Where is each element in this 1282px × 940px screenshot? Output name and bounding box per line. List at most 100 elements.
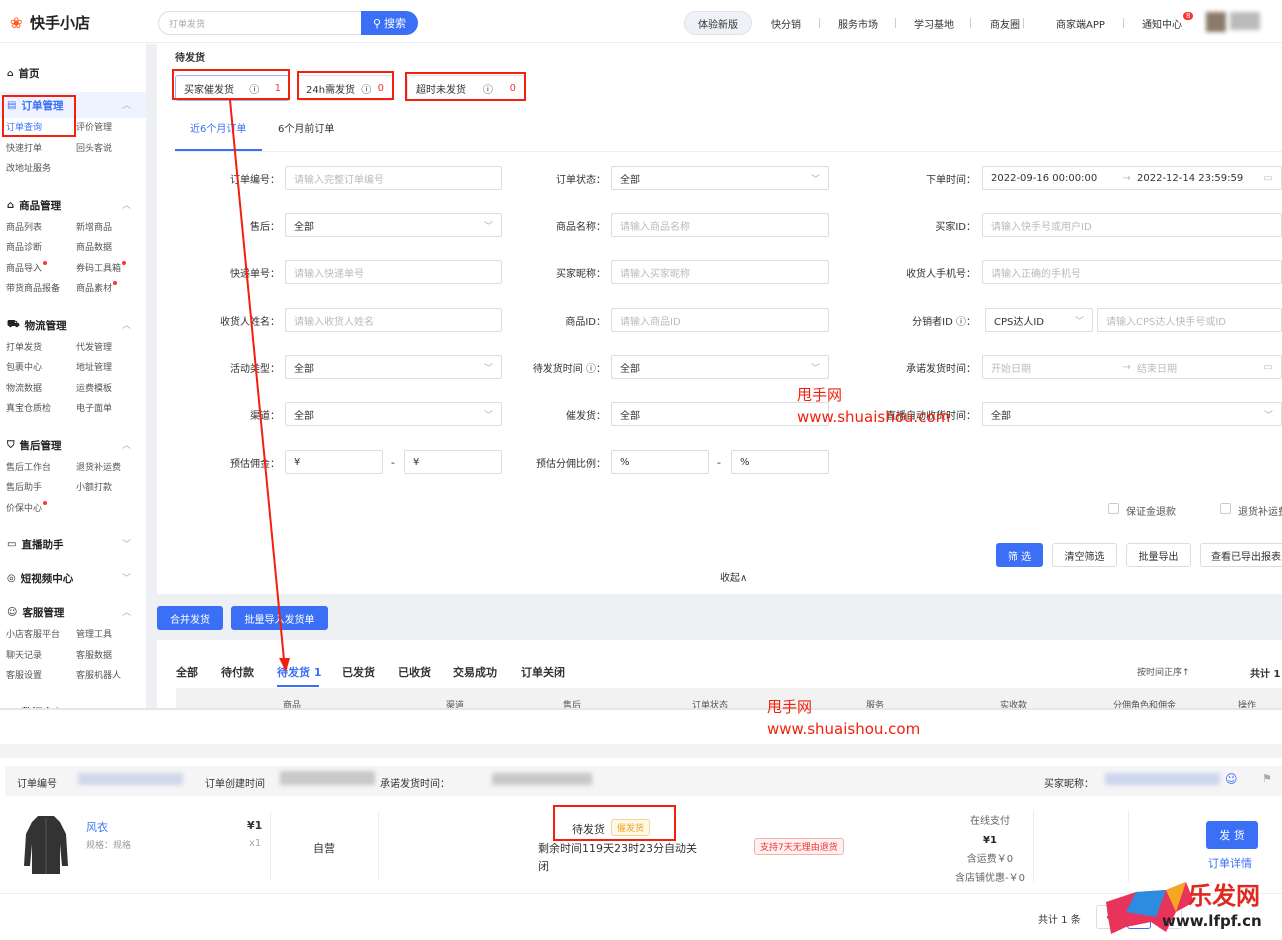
chevron-up-icon[interactable]: ︿: [122, 318, 131, 331]
range-from-input[interactable]: ¥: [285, 450, 383, 474]
sidebar-item[interactable]: 新增商品: [76, 220, 112, 233]
filter-input[interactable]: 请输入正确的手机号: [982, 260, 1282, 284]
range-from-input[interactable]: %: [611, 450, 709, 474]
filter-input[interactable]: 请输入快手号或用户ID: [982, 213, 1282, 237]
order-tab[interactable]: 订单关闭: [521, 664, 565, 680]
view-exports-button[interactable]: 查看已导出报表: [1200, 543, 1282, 567]
sidebar-item[interactable]: 商品导入: [6, 261, 42, 274]
sidebar-item[interactable]: 包裹中心: [6, 360, 42, 373]
sidebar-item[interactable]: 商品数据: [76, 240, 112, 253]
sidebar-item[interactable]: 商品诊断: [6, 240, 42, 253]
checkbox-return-shipping[interactable]: [1220, 503, 1231, 514]
sidebar-item[interactable]: 物流数据: [6, 381, 42, 394]
nav-learning-base[interactable]: 学习基地: [914, 11, 954, 35]
sidebar-item[interactable]: 电子面单: [76, 401, 112, 414]
chat-icon[interactable]: ☺: [1225, 772, 1238, 786]
product-name-link[interactable]: 风衣: [86, 819, 108, 835]
search-input[interactable]: 打单发货: [158, 11, 362, 35]
sidebar-item[interactable]: 客服机器人: [76, 668, 121, 681]
product-image-coat[interactable]: [20, 814, 72, 878]
merge-ship-button[interactable]: 合并发货: [157, 606, 223, 630]
nav-merchant-circle[interactable]: 商友圈: [990, 11, 1020, 35]
sidebar-group-label: 物流管理: [24, 319, 67, 332]
sidebar-group-title[interactable]: ⛟ 物流管理: [7, 318, 67, 333]
tab-recent-6-months[interactable]: 近6个月订单: [190, 120, 246, 135]
sidebar-item[interactable]: 客服设置: [6, 668, 42, 681]
filter-label-text: 承诺发货时间: [906, 364, 966, 375]
sidebar-group-title[interactable]: ⛉ 售后管理: [7, 438, 62, 453]
chevron-up-icon[interactable]: ︿: [122, 605, 131, 618]
sidebar-scrollbar[interactable]: [146, 44, 157, 708]
range-to-input[interactable]: %: [731, 450, 829, 474]
date-range-picker[interactable]: 开始日期 → 结束日期 ▭: [982, 355, 1282, 379]
distributor-type-select[interactable]: CPS达人ID ﹀: [985, 308, 1093, 332]
sidebar-item[interactable]: 地址管理: [76, 360, 112, 373]
order-tab[interactable]: 已收货: [398, 664, 431, 680]
nav-service-market[interactable]: 服务市场: [838, 11, 878, 35]
order-tab[interactable]: 待发货 1: [277, 664, 321, 680]
sidebar-item[interactable]: 评价管理: [76, 120, 112, 133]
sidebar-item[interactable]: 真宝仓质检: [6, 401, 51, 414]
date-range-picker[interactable]: 2022-09-16 00:00:00 → 2022-12-14 23:59:59 ▭: [982, 166, 1282, 190]
sidebar-group-title[interactable]: ⌂ 商品管理: [7, 198, 61, 213]
collapse-toggle[interactable]: 收起∧: [720, 569, 747, 584]
sort-toggle[interactable]: 按时间正序↑: [1137, 665, 1190, 678]
filter-input[interactable]: 请输入商品ID: [611, 308, 829, 332]
chevron-up-icon[interactable]: ︿: [122, 98, 131, 111]
chevron-down-icon[interactable]: ﹀: [122, 537, 131, 550]
sidebar-item[interactable]: 商品列表: [6, 220, 42, 233]
sidebar-item[interactable]: 小额打款: [76, 480, 112, 493]
flag-icon[interactable]: ⚑: [1262, 772, 1272, 785]
filter-select[interactable]: 全部 ﹀: [982, 402, 1282, 426]
nav-kuaifenxiao[interactable]: 快分销: [771, 11, 801, 35]
filter-select[interactable]: 全部 ﹀: [611, 166, 829, 190]
batch-import-button[interactable]: 批量导入发货单: [231, 606, 328, 630]
sidebar-item[interactable]: 价保中心: [6, 501, 42, 514]
avatar[interactable]: [1206, 12, 1226, 32]
sidebar-item[interactable]: 售后助手: [6, 480, 42, 493]
sidebar-item[interactable]: 商品素材: [76, 281, 112, 294]
sidebar-item[interactable]: 运费模板: [76, 381, 112, 394]
chevron-up-icon[interactable]: ︿: [122, 438, 131, 451]
clear-filter-button[interactable]: 清空筛选: [1052, 543, 1117, 567]
sidebar-item[interactable]: 聊天记录: [6, 648, 42, 661]
sidebar-item[interactable]: 改地址服务: [6, 161, 51, 174]
filter-select[interactable]: 全部 ﹀: [611, 355, 829, 379]
batch-export-button[interactable]: 批量导出: [1126, 543, 1191, 567]
order-tab[interactable]: 已发货: [342, 664, 375, 680]
sidebar-group-title[interactable]: ▭ 直播助手: [7, 537, 63, 552]
nav-notification-center[interactable]: 通知中心: [1142, 11, 1182, 35]
filter-input[interactable]: 请输入商品名称: [611, 213, 829, 237]
search-button[interactable]: ⚲ 搜索: [361, 11, 418, 35]
checkbox-deposit-refund[interactable]: [1108, 503, 1119, 514]
sidebar-item[interactable]: 快速打单: [6, 141, 42, 154]
sidebar-item-home[interactable]: ⌂ 首页: [7, 66, 39, 81]
sidebar-item[interactable]: 售后工作台: [6, 460, 51, 473]
sidebar-item[interactable]: 代发管理: [76, 340, 112, 353]
sidebar-group-title[interactable]: ☺ 客服管理: [7, 605, 64, 620]
sidebar-item[interactable]: 打单发货: [6, 340, 42, 353]
order-tab[interactable]: 交易成功: [453, 664, 497, 680]
sidebar-item[interactable]: 小店客服平台: [6, 627, 60, 640]
sidebar-item[interactable]: 带货商品报备: [6, 281, 60, 294]
sidebar-item[interactable]: 退货补运费: [76, 460, 121, 473]
order-tab[interactable]: 全部: [176, 664, 198, 680]
tab-older-than-6-months[interactable]: 6个月前订单: [278, 120, 334, 135]
order-tab[interactable]: 待付款: [221, 664, 254, 680]
filter-input[interactable]: 请输入买家昵称: [611, 260, 829, 284]
nav-merchant-app[interactable]: 商家端APP: [1056, 11, 1105, 35]
sidebar-item[interactable]: 客服数据: [76, 648, 112, 661]
filter-button[interactable]: 筛 选: [996, 543, 1043, 567]
sidebar-group-title[interactable]: ◎ 短视频中心: [7, 571, 73, 586]
chevron-up-icon[interactable]: ︿: [122, 198, 131, 211]
sidebar-item[interactable]: 管理工具: [76, 627, 112, 640]
ship-button[interactable]: 发 货: [1206, 821, 1258, 849]
chevron-down-icon[interactable]: ﹀: [122, 571, 131, 584]
order-detail-link[interactable]: 订单详情: [1208, 855, 1252, 871]
brand-logo[interactable]: ❀ 快手小店: [10, 12, 90, 33]
sidebar-item[interactable]: 回头客说: [76, 141, 112, 154]
distributor-id-input[interactable]: 请输入CPS达人快手号或ID: [1097, 308, 1282, 332]
sidebar-item[interactable]: 券码工具箱: [76, 261, 121, 274]
try-new-version-button[interactable]: 体验新版: [684, 11, 752, 35]
buyer-nickname-label: 买家昵称：: [1044, 779, 1094, 790]
